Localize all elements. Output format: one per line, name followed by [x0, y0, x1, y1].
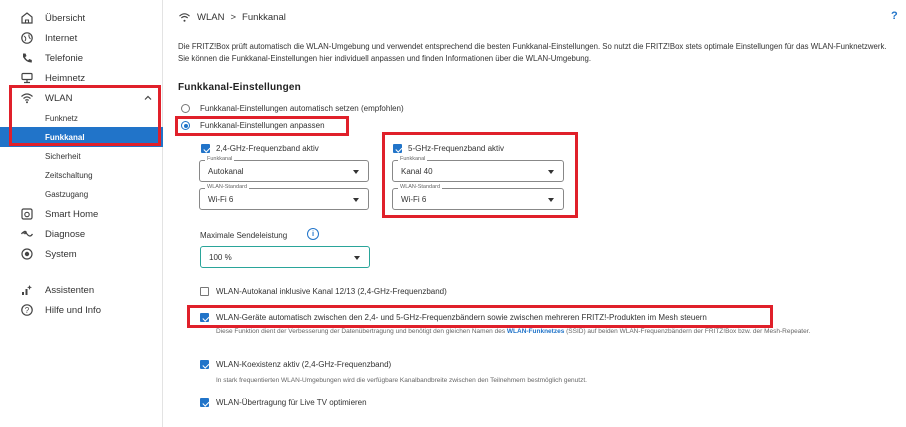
band24-channel-select[interactable]: Funkkanal Autokanal: [199, 156, 369, 182]
select-legend: Funkkanal: [205, 156, 235, 162]
dropdown-arrow-icon: [353, 170, 359, 174]
sidebar-item-label: Übersicht: [45, 13, 86, 24]
sidebar-item-internet[interactable]: Internet: [0, 28, 163, 48]
steering-checkbox[interactable]: [200, 313, 209, 322]
power-select[interactable]: 100 %: [200, 246, 370, 268]
sidebar-item-label: System: [45, 249, 77, 260]
sidebar-item-uebersicht[interactable]: Übersicht: [0, 8, 163, 28]
sidebar-subitem-label: Zeitschaltung: [45, 171, 93, 180]
phone-icon: [23, 53, 32, 63]
sidebar-item-label: Assistenten: [45, 285, 95, 296]
sidebar-subitem-gastzugang[interactable]: Gastzugang: [0, 184, 163, 204]
chevron-up-icon[interactable]: [143, 93, 153, 103]
radio-manual-label: Funkkanal-Einstellungen anpassen: [200, 121, 325, 130]
steering-desc-part1: Diese Funktion dient der Verbesserung de…: [216, 328, 507, 335]
dropdown-arrow-icon: [354, 256, 360, 260]
svg-text:?: ?: [25, 306, 30, 315]
power-label: Maximale Sendeleistung: [200, 231, 288, 240]
select-value: Kanal 40: [401, 167, 433, 176]
sidebar-subitem-sicherheit[interactable]: Sicherheit: [0, 146, 163, 166]
select-value: Wi-Fi 6: [208, 195, 234, 204]
radio-auto[interactable]: [181, 104, 190, 113]
band5-label: 5-GHz-Frequenzband aktiv: [408, 144, 505, 153]
band24-standard-select[interactable]: WLAN-Standard Wi-Fi 6: [199, 184, 369, 210]
sidebar-item-hilfe-und-info[interactable]: ? Hilfe und Info: [0, 300, 163, 320]
smart-home-icon: [21, 208, 33, 220]
coexist-description: In stark frequentierten WLAN-Umgebungen …: [216, 377, 587, 384]
sidebar-item-label: Heimnetz: [45, 73, 86, 84]
sidebar-item-label: Hilfe und Info: [45, 305, 101, 316]
sidebar-item-heimnetz[interactable]: Heimnetz: [0, 68, 163, 88]
sidebar-item-label: WLAN: [45, 93, 73, 104]
sidebar-item-label: Diagnose: [45, 229, 86, 240]
breadcrumb-separator: >: [230, 12, 237, 23]
radio-auto-label: Funkkanal-Einstellungen automatisch setz…: [200, 104, 404, 113]
dropdown-arrow-icon: [353, 198, 359, 202]
sidebar-item-system[interactable]: System: [0, 244, 163, 264]
sidebar-item-smart-home[interactable]: Smart Home: [0, 204, 163, 224]
radio-manual[interactable]: [181, 121, 190, 130]
network-icon: [21, 72, 33, 84]
globe-icon: [21, 32, 33, 44]
sidebar-item-telefonie[interactable]: Telefonie: [0, 48, 163, 68]
steering-desc-part2: auf beiden WLAN-Frequenzbändern der FRIT…: [585, 328, 811, 335]
intro-text: Die FRITZ!Box prüft automatisch die WLAN…: [178, 42, 887, 63]
select-legend: Funkkanal: [398, 156, 428, 162]
sidebar-item-label: Internet: [45, 33, 78, 44]
select-value: 100 %: [209, 253, 232, 262]
breadcrumb-current: Funkkanal: [242, 12, 286, 23]
sidebar-subitem-funkkanal[interactable]: Funkkanal: [0, 127, 163, 147]
band5-standard-select[interactable]: WLAN-Standard Wi-Fi 6: [392, 184, 564, 210]
info-icon[interactable]: i: [307, 228, 319, 240]
band5-channel-select[interactable]: Funkkanal Kanal 40: [392, 156, 564, 182]
select-legend: WLAN-Standard: [205, 184, 250, 190]
sidebar-subitem-label: Funkkanal: [45, 133, 85, 142]
steering-description: Diese Funktion dient der Verbesserung de…: [216, 327, 896, 336]
main-content: WLAN > Funkkanal ? Die FRITZ!Box prüft a…: [163, 0, 906, 427]
sidebar-item-assistenten[interactable]: Assistenten: [0, 280, 163, 300]
steering-desc-ssid: (SSID): [564, 328, 586, 335]
help-button[interactable]: ?: [891, 10, 898, 22]
wizard-icon: [22, 285, 32, 295]
sidebar-subitem-label: Funknetz: [45, 114, 78, 123]
band24-label: 2,4-GHz-Frequenzband aktiv: [216, 144, 319, 153]
sidebar-subitem-funknetz[interactable]: Funknetz: [0, 108, 163, 128]
home-icon: [21, 12, 33, 24]
help-icon: ?: [21, 304, 33, 316]
sidebar-item-label: Telefonie: [45, 53, 84, 64]
sidebar-item-diagnose[interactable]: Diagnose: [0, 224, 163, 244]
autochannel-checkbox[interactable]: [200, 287, 209, 296]
autochannel-label: WLAN-Autokanal inklusive Kanal 12/13 (2,…: [216, 287, 447, 296]
sidebar-subitem-label: Gastzugang: [45, 190, 89, 199]
steering-label: WLAN-Geräte automatisch zwischen den 2,4…: [216, 313, 707, 322]
band24-checkbox[interactable]: [201, 144, 210, 153]
band5-checkbox[interactable]: [393, 144, 402, 153]
dropdown-arrow-icon: [548, 198, 554, 202]
sidebar-subitem-zeitschaltung[interactable]: Zeitschaltung: [0, 165, 163, 185]
select-value: Wi-Fi 6: [401, 195, 427, 204]
breadcrumb: WLAN > Funkkanal: [178, 12, 286, 23]
select-legend: WLAN-Standard: [398, 184, 443, 190]
section-title: Funkkanal-Einstellungen: [178, 82, 301, 93]
wifi-icon: [179, 13, 190, 22]
dropdown-arrow-icon: [548, 170, 554, 174]
sidebar-item-label: Smart Home: [45, 209, 99, 220]
coexist-label: WLAN-Koexistenz aktiv (2,4-GHz-Frequenzb…: [216, 360, 392, 369]
diagnose-icon: [20, 230, 34, 237]
sidebar-subitem-label: Sicherheit: [45, 152, 81, 161]
livetv-checkbox[interactable]: [200, 398, 209, 407]
sidebar-item-wlan[interactable]: WLAN: [0, 88, 163, 108]
system-icon: [21, 248, 33, 260]
wifi-icon: [21, 93, 33, 104]
breadcrumb-root[interactable]: WLAN: [197, 12, 224, 23]
sidebar: Übersicht Internet Telefonie Heimnetz WL…: [0, 0, 163, 427]
wlan-funknetz-link[interactable]: WLAN-Funknetzes: [507, 328, 564, 335]
coexist-checkbox[interactable]: [200, 360, 209, 369]
select-value: Autokanal: [208, 167, 244, 176]
livetv-label: WLAN-Übertragung für Live TV optimieren: [216, 398, 367, 407]
